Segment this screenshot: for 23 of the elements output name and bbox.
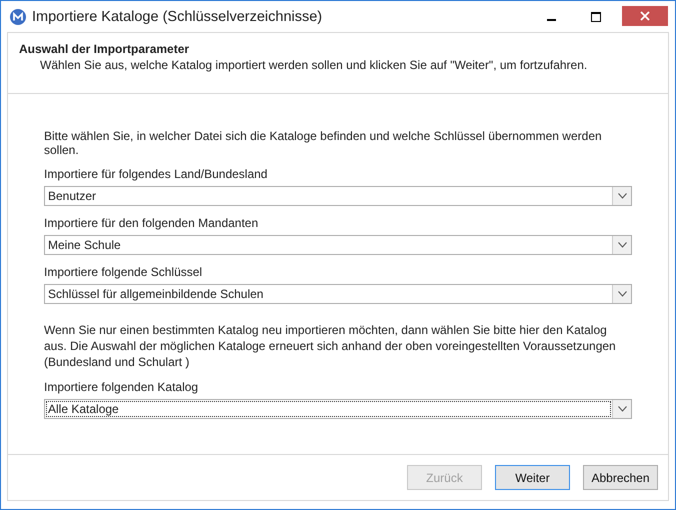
chevron-down-icon	[618, 193, 626, 199]
dropdown-field[interactable]: Meine Schule	[44, 235, 632, 255]
chevron-down-icon	[618, 242, 626, 248]
dropdown-field[interactable]: Schlüssel für allgemeinbildende Schulen	[44, 284, 632, 304]
field-label: Importiere folgende Schlüssel	[44, 265, 204, 279]
maximize-icon[interactable]	[591, 12, 601, 22]
instruction-text: Bitte wählen Sie, in welcher Datei sich die Kataloge befinden und welche Schlüssel übernommen werden sollen.	[44, 129, 603, 157]
hint-text: Wenn Sie nur einen bestimmten Katalog neu importieren möchten, dann wählen Sie bitte hier den Katalog aus. Die Auswahl der möglichen Kataloge erneuert sich anhand der oben voreingestellten Voraussetzungen (Bundesland und Schulart )	[44, 322, 617, 370]
field-label: Importiere für den folgenden Mandanten	[44, 216, 260, 230]
app-logo-icon	[10, 8, 26, 24]
dropdown-field[interactable]: Benutzer	[44, 186, 632, 206]
chevron-down-icon	[618, 291, 626, 297]
close-button[interactable]	[622, 6, 668, 26]
section-subtitle: Wählen Sie aus, welche Katalog importiert werden sollen und klicken Sie auf "Weiter", um fortzufahren.	[39, 58, 588, 72]
field-label: Importiere folgenden Katalog	[44, 380, 200, 394]
window-title: Importiere Kataloge (Schlüsselverzeichnisse)	[32, 8, 322, 24]
dropdown-field[interactable]: Alle Kataloge	[44, 399, 632, 419]
close-icon	[640, 11, 650, 21]
field-label: Importiere für folgendes Land/Bundesland	[44, 167, 268, 181]
dialog-button[interactable]: Abbrechen	[583, 465, 658, 490]
dialog-button[interactable]: Weiter	[495, 465, 570, 490]
section-title: Auswahl der Importparameter	[19, 42, 190, 56]
chevron-down-icon	[618, 406, 626, 412]
